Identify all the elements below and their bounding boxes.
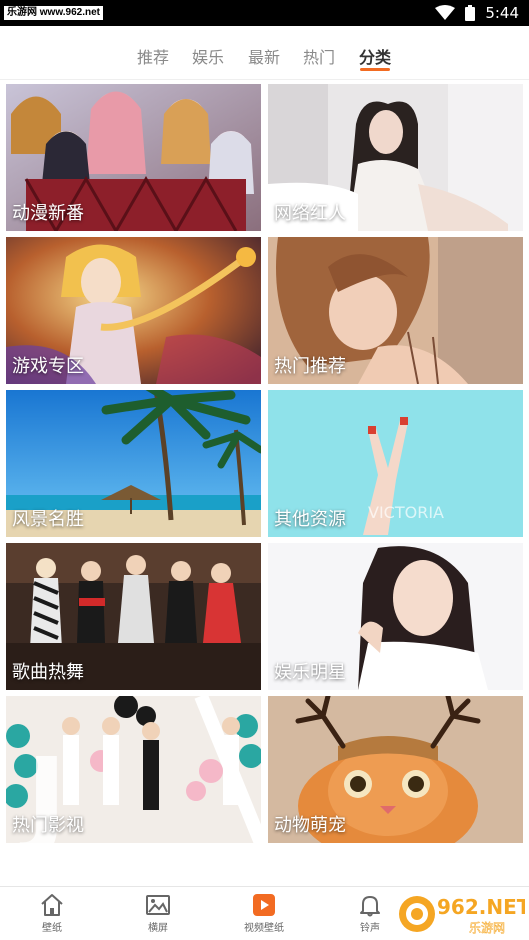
bell-icon xyxy=(360,896,380,917)
tab-recommend[interactable]: 推荐 xyxy=(137,44,169,68)
category-celebrities[interactable]: 娱乐明星 xyxy=(268,543,523,690)
nav-landscape[interactable]: 横屏 xyxy=(128,893,188,934)
category-label: 娱乐明星 xyxy=(274,662,346,683)
category-movies[interactable]: J 热门影视 xyxy=(6,696,261,843)
category-other[interactable]: VICTORIA 其他资源 xyxy=(268,390,523,537)
nav-video-wallpaper[interactable]: 视频壁纸 xyxy=(234,893,294,934)
category-label: 其他资源 xyxy=(274,509,346,530)
category-pets[interactable]: 动物萌宠 xyxy=(268,696,523,843)
category-label: 游戏专区 xyxy=(12,356,84,377)
nav-wallpaper[interactable]: 壁纸 xyxy=(22,893,82,934)
category-label: 动物萌宠 xyxy=(274,815,346,836)
category-label: 热门推荐 xyxy=(274,356,346,377)
brand-logo-subtext: 乐游网 xyxy=(469,921,505,935)
clock: 5:44 xyxy=(485,4,519,22)
category-influencers[interactable]: 网络红人 xyxy=(268,84,523,231)
nav-ringtone[interactable]: 铃声 xyxy=(340,893,400,934)
brand-logo: 962.NET 乐游网 xyxy=(399,895,525,935)
category-games[interactable]: 游戏专区 xyxy=(6,237,261,384)
category-label: 动漫新番 xyxy=(12,203,84,224)
tab-categories[interactable]: 分类 xyxy=(359,44,391,68)
category-tabbar: 推荐 娱乐 最新 热门 分类 xyxy=(0,26,529,80)
category-label: 风景名胜 xyxy=(12,509,84,530)
category-dance[interactable]: 歌曲热舞 xyxy=(6,543,261,690)
battery-icon xyxy=(465,5,476,21)
active-tab-indicator xyxy=(360,68,390,71)
tab-entertainment[interactable]: 娱乐 xyxy=(192,44,224,68)
nav-label: 壁纸 xyxy=(42,923,62,934)
tab-hot[interactable]: 热门 xyxy=(303,44,335,68)
category-hot-recommend[interactable]: 热门推荐 xyxy=(268,237,523,384)
category-scenery[interactable]: 风景名胜 xyxy=(6,390,261,537)
category-label: 热门影视 xyxy=(12,815,84,836)
watermark: 乐游网 www.962.net xyxy=(4,6,103,20)
nav-label: 视频壁纸 xyxy=(244,923,284,934)
category-anime[interactable]: 动漫新番 xyxy=(6,84,261,231)
status-icons: 5:44 xyxy=(435,0,519,26)
home-icon xyxy=(41,894,63,916)
category-label: 网络红人 xyxy=(274,203,346,224)
wifi-icon xyxy=(435,5,456,20)
status-bar: 乐游网 www.962.net 5:44 xyxy=(0,0,529,26)
play-icon xyxy=(253,894,275,916)
category-label: 歌曲热舞 xyxy=(12,662,84,683)
brand-logo-text: 962.NET xyxy=(437,895,525,919)
victoria-text: VICTORIA xyxy=(368,503,444,522)
image-icon xyxy=(146,895,170,915)
nav-label: 铃声 xyxy=(360,923,380,934)
tab-latest[interactable]: 最新 xyxy=(248,44,280,68)
nav-label: 横屏 xyxy=(148,923,168,934)
